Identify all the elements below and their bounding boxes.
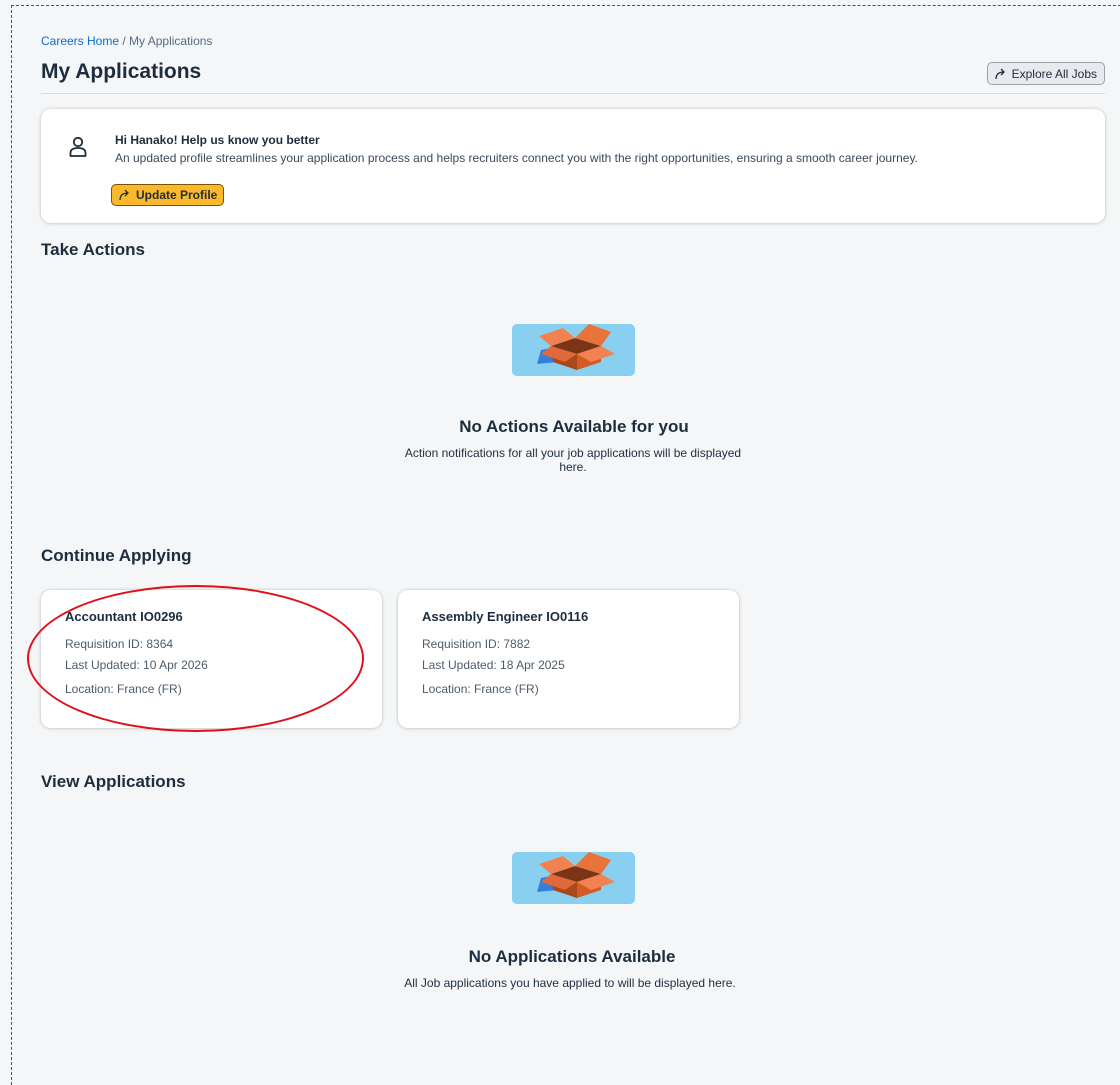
requisition-id: Requisition ID: 7882 (422, 637, 531, 651)
no-actions-title: No Actions Available for you (459, 417, 689, 436)
title-divider (41, 93, 1105, 94)
update-profile-label: Update Profile (136, 188, 218, 202)
requisition-id: Requisition ID: 8364 (65, 637, 174, 651)
continue-applying-heading: Continue Applying (41, 546, 192, 565)
job-title: Assembly Engineer IO0116 (422, 609, 589, 624)
empty-box-illustration (512, 852, 635, 904)
breadcrumb-current: My Applications (129, 34, 213, 48)
no-applications-description: All Job applications you have applied to… (404, 976, 736, 990)
page-title: My Applications (41, 60, 202, 83)
no-applications-title: No Applications Available (468, 947, 676, 966)
update-profile-button[interactable]: Update Profile (111, 184, 225, 206)
explore-all-jobs-label: Explore All Jobs (1011, 66, 1097, 81)
job-title: Accountant IO0296 (65, 609, 183, 624)
profile-heading: Hi Hanako! Help us know you better (115, 133, 320, 147)
person-icon (69, 136, 87, 157)
profile-description: An updated profile streamlines your appl… (115, 151, 918, 165)
take-actions-heading: Take Actions (41, 240, 145, 259)
job-location: Location: France (FR) (65, 682, 182, 696)
breadcrumb-careers-home-link[interactable]: Careers Home (41, 34, 119, 48)
last-updated: Last Updated: 18 Apr 2025 (422, 658, 565, 672)
share-arrow-icon (119, 189, 129, 201)
share-arrow-icon (994, 68, 1005, 79)
view-applications-heading: View Applications (41, 772, 186, 791)
job-location: Location: France (FR) (422, 682, 539, 696)
job-card-accountant[interactable]: Accountant IO0296 Requisition ID: 8364 L… (41, 590, 382, 728)
empty-box-illustration (512, 324, 635, 376)
last-updated: Last Updated: 10 Apr 2026 (65, 658, 208, 672)
profile-prompt-card: Hi Hanako! Help us know you better An up… (41, 109, 1105, 223)
no-actions-description: Action notifications for all your job ap… (404, 446, 742, 474)
breadcrumb-separator: / (119, 34, 130, 48)
job-card-assembly-engineer[interactable]: Assembly Engineer IO0116 Requisition ID:… (398, 590, 739, 728)
explore-all-jobs-button[interactable]: Explore All Jobs (986, 62, 1105, 85)
breadcrumb: Careers Home / My Applications (41, 34, 212, 48)
